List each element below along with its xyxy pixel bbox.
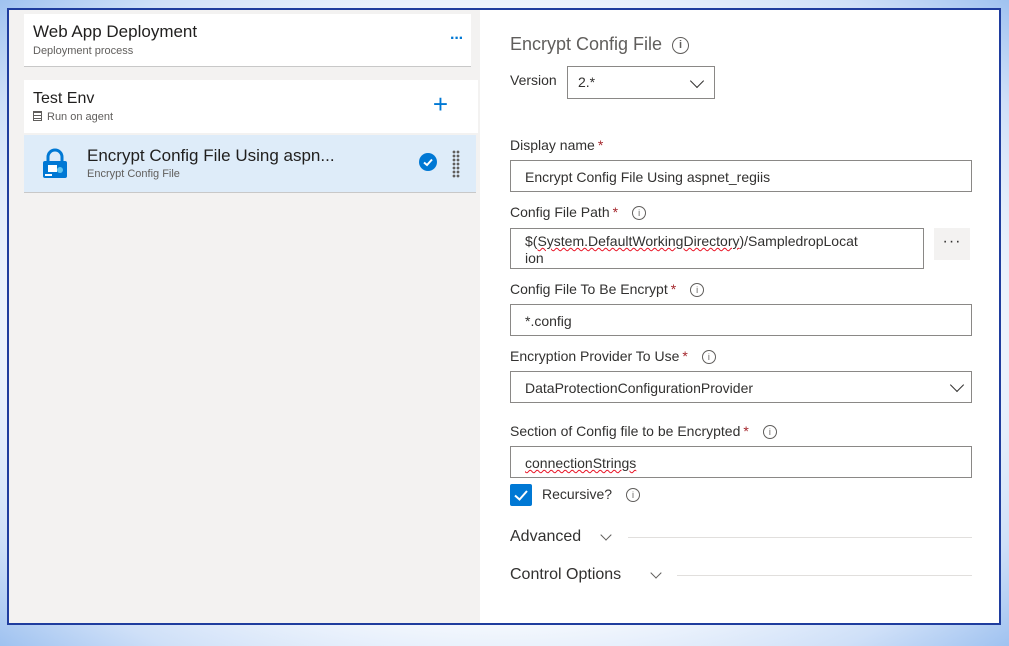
section-label: Section of Config file to be Encrypted * i	[510, 423, 777, 439]
environment-subtitle-text: Run on agent	[47, 111, 114, 123]
task-settings-pane: Encrypt Config File i Version 2.* Display…	[480, 10, 999, 623]
pipeline-title: Web App Deployment	[33, 22, 198, 41]
chevron-down-icon	[949, 377, 965, 393]
info-icon[interactable]: i	[632, 206, 647, 220]
provider-select[interactable]: DataProtectionConfigurationProvider	[510, 371, 972, 403]
section-label-text: Section of Config file to be Encrypted	[510, 423, 741, 439]
required-mark: *	[612, 204, 619, 220]
config-encrypt-label-text: Config File To Be Encrypt	[510, 281, 668, 297]
chevron-down-icon	[650, 567, 662, 579]
config-path-input[interactable]: $(System.DefaultWorkingDirectory)/Sample…	[510, 228, 924, 269]
config-path-label-text: Config File Path	[510, 204, 610, 220]
checkbox-check-icon	[514, 490, 528, 501]
provider-value: DataProtectionConfigurationProvider	[525, 380, 754, 396]
control-options-label: Control Options	[510, 566, 622, 583]
required-mark: *	[670, 281, 677, 297]
display-name-input[interactable]: Encrypt Config File Using aspnet_regiis	[510, 160, 972, 192]
panel-title: Encrypt Config File i	[510, 34, 690, 55]
config-encrypt-input[interactable]: *.config	[510, 304, 972, 336]
task-subtitle: Encrypt Config File	[87, 168, 180, 180]
panel-title-text: Encrypt Config File	[510, 34, 663, 54]
section-input[interactable]: connectionStrings	[510, 446, 972, 478]
config-encrypt-label: Config File To Be Encrypt * i	[510, 281, 705, 297]
advanced-divider	[628, 537, 972, 538]
more-icon[interactable]: ···	[450, 30, 464, 48]
required-mark: *	[682, 348, 688, 364]
environment-subtitle: Run on agent	[33, 111, 113, 123]
task-title: Encrypt Config File Using aspn...	[87, 146, 335, 165]
process-pane: Web App Deployment Deployment process ··…	[9, 10, 481, 623]
version-value: 2.*	[578, 74, 596, 90]
control-options-divider	[677, 575, 972, 576]
check-circle-icon	[419, 153, 437, 171]
config-path-prefix: $(	[525, 233, 538, 249]
info-icon[interactable]: i	[701, 350, 716, 364]
info-icon[interactable]: i	[672, 37, 690, 54]
info-icon[interactable]: i	[626, 488, 641, 502]
chevron-down-icon	[600, 529, 612, 541]
environment-title: Test Env	[33, 90, 95, 107]
drag-handle-icon[interactable]	[452, 150, 460, 178]
version-select[interactable]: 2.*	[567, 66, 715, 99]
config-path-label: Config File Path * i	[510, 204, 647, 220]
info-icon[interactable]: i	[762, 425, 777, 439]
lock-task-icon	[43, 148, 67, 178]
recursive-label: Recursive? i	[542, 486, 641, 502]
config-path-variable: System.DefaultWorkingDirectory	[537, 233, 740, 249]
chevron-down-icon	[689, 73, 705, 89]
environment-header[interactable]: Test Env Run on agent +	[24, 80, 478, 133]
agent-icon	[33, 111, 42, 121]
config-path-suffix: )/SampledropLocat	[739, 233, 858, 249]
pipeline-header[interactable]: Web App Deployment Deployment process ··…	[24, 14, 471, 67]
recursive-label-text: Recursive?	[542, 486, 613, 502]
window-frame: Web App Deployment Deployment process ··…	[7, 8, 1001, 625]
advanced-label: Advanced	[510, 528, 582, 545]
section-value: connectionStrings	[525, 455, 637, 471]
info-icon[interactable]: i	[690, 283, 705, 297]
advanced-section-toggle[interactable]: Advanced	[510, 528, 612, 546]
version-label: Version	[510, 72, 557, 88]
pipeline-subtitle: Deployment process	[33, 45, 134, 57]
task-row-encrypt-config[interactable]: Encrypt Config File Using aspn... Encryp…	[24, 135, 476, 193]
provider-label-text: Encryption Provider To Use	[510, 348, 680, 364]
recursive-checkbox[interactable]	[510, 484, 532, 506]
add-icon[interactable]: +	[433, 89, 448, 120]
display-name-label-text: Display name	[510, 137, 595, 153]
provider-label: Encryption Provider To Use * i	[510, 348, 716, 364]
required-mark: *	[743, 423, 749, 439]
display-name-label: Display name *	[510, 137, 603, 153]
required-mark: *	[597, 137, 604, 153]
config-path-wrap: ion	[525, 250, 544, 266]
browse-button[interactable]: ···	[934, 228, 970, 260]
control-options-toggle[interactable]: Control Options	[510, 566, 662, 584]
